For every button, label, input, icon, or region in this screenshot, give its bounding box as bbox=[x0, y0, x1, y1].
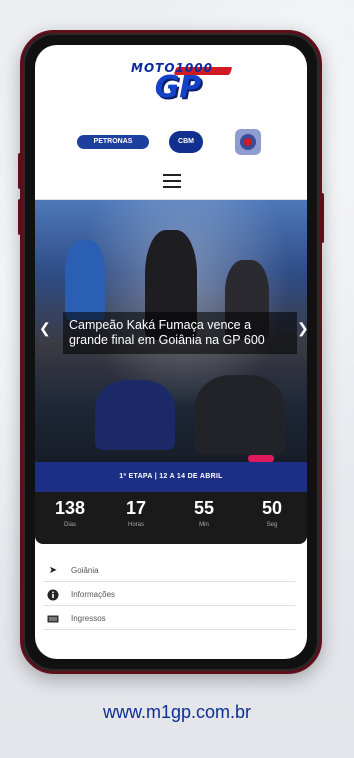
menu-bar bbox=[35, 165, 307, 200]
website-url[interactable]: www.m1gp.com.br bbox=[0, 702, 354, 723]
phone-frame: MOTO1000 GP PETRONAS CBM ❮ ❯ Campeão Kak… bbox=[18, 30, 324, 674]
info-icon bbox=[47, 589, 59, 601]
hero-photo-figure bbox=[65, 240, 105, 320]
logo-gp-text[interactable]: GP bbox=[143, 73, 213, 103]
nav-item-ingressos[interactable]: Ingressos bbox=[43, 609, 295, 630]
countdown-value: 50 bbox=[261, 498, 283, 518]
nav-item-goiania[interactable]: ➤ Goiânia bbox=[43, 561, 295, 582]
countdown-label: Seg bbox=[266, 522, 278, 528]
countdown-days: 138 Dias bbox=[45, 496, 95, 530]
sponsor-logo[interactable]: PETRONAS bbox=[77, 135, 149, 149]
hero-headline[interactable]: Campeão Kaká Fumaça vence a grande final… bbox=[63, 312, 297, 354]
nav-item-label: Ingressos bbox=[71, 614, 106, 623]
countdown-value: 17 bbox=[125, 498, 147, 518]
countdown-label: Min bbox=[199, 522, 209, 528]
power-button bbox=[320, 193, 324, 243]
hamburger-menu-icon[interactable] bbox=[163, 174, 181, 188]
countdown-label: Dias bbox=[63, 522, 76, 528]
volume-button bbox=[18, 199, 22, 235]
countdown-minutes: 55 Min bbox=[179, 496, 229, 530]
hero-slider[interactable]: ❮ ❯ Campeão Kaká Fumaça vence a grande f… bbox=[35, 200, 307, 462]
countdown-seconds: 50 Seg bbox=[247, 496, 297, 530]
volume-button bbox=[18, 153, 22, 189]
countdown-value: 55 bbox=[193, 498, 215, 518]
slider-prev-icon[interactable]: ❮ bbox=[39, 320, 51, 337]
sponsor-row: PETRONAS CBM bbox=[35, 129, 307, 155]
sponsor-logo[interactable]: CBM bbox=[169, 131, 203, 153]
nav-item-label: Goiânia bbox=[71, 566, 99, 575]
event-stage-banner: 1ª ETAPA | 12 A 14 DE ABRIL bbox=[35, 462, 307, 492]
ticket-icon bbox=[47, 613, 59, 625]
nav-item-label: Informações bbox=[71, 590, 116, 599]
countdown-hours: 17 Horas bbox=[111, 496, 161, 530]
countdown-label: Horas bbox=[127, 522, 144, 528]
sponsor-emblem-icon[interactable] bbox=[235, 129, 261, 155]
hero-photo-figure bbox=[95, 380, 175, 450]
location-arrow-icon: ➤ bbox=[48, 565, 58, 576]
nav-item-informacoes[interactable]: Informações bbox=[43, 585, 295, 606]
site-header: MOTO1000 GP bbox=[35, 45, 307, 125]
hero-photo-figure bbox=[195, 375, 285, 455]
slider-indicator[interactable] bbox=[248, 455, 274, 462]
slider-next-icon[interactable]: ❯ bbox=[297, 320, 307, 337]
countdown-value: 138 bbox=[54, 498, 86, 518]
countdown: 138 Dias 17 Horas 55 Min 50 Seg bbox=[35, 492, 307, 544]
phone-screen: MOTO1000 GP PETRONAS CBM ❮ ❯ Campeão Kak… bbox=[35, 45, 307, 659]
